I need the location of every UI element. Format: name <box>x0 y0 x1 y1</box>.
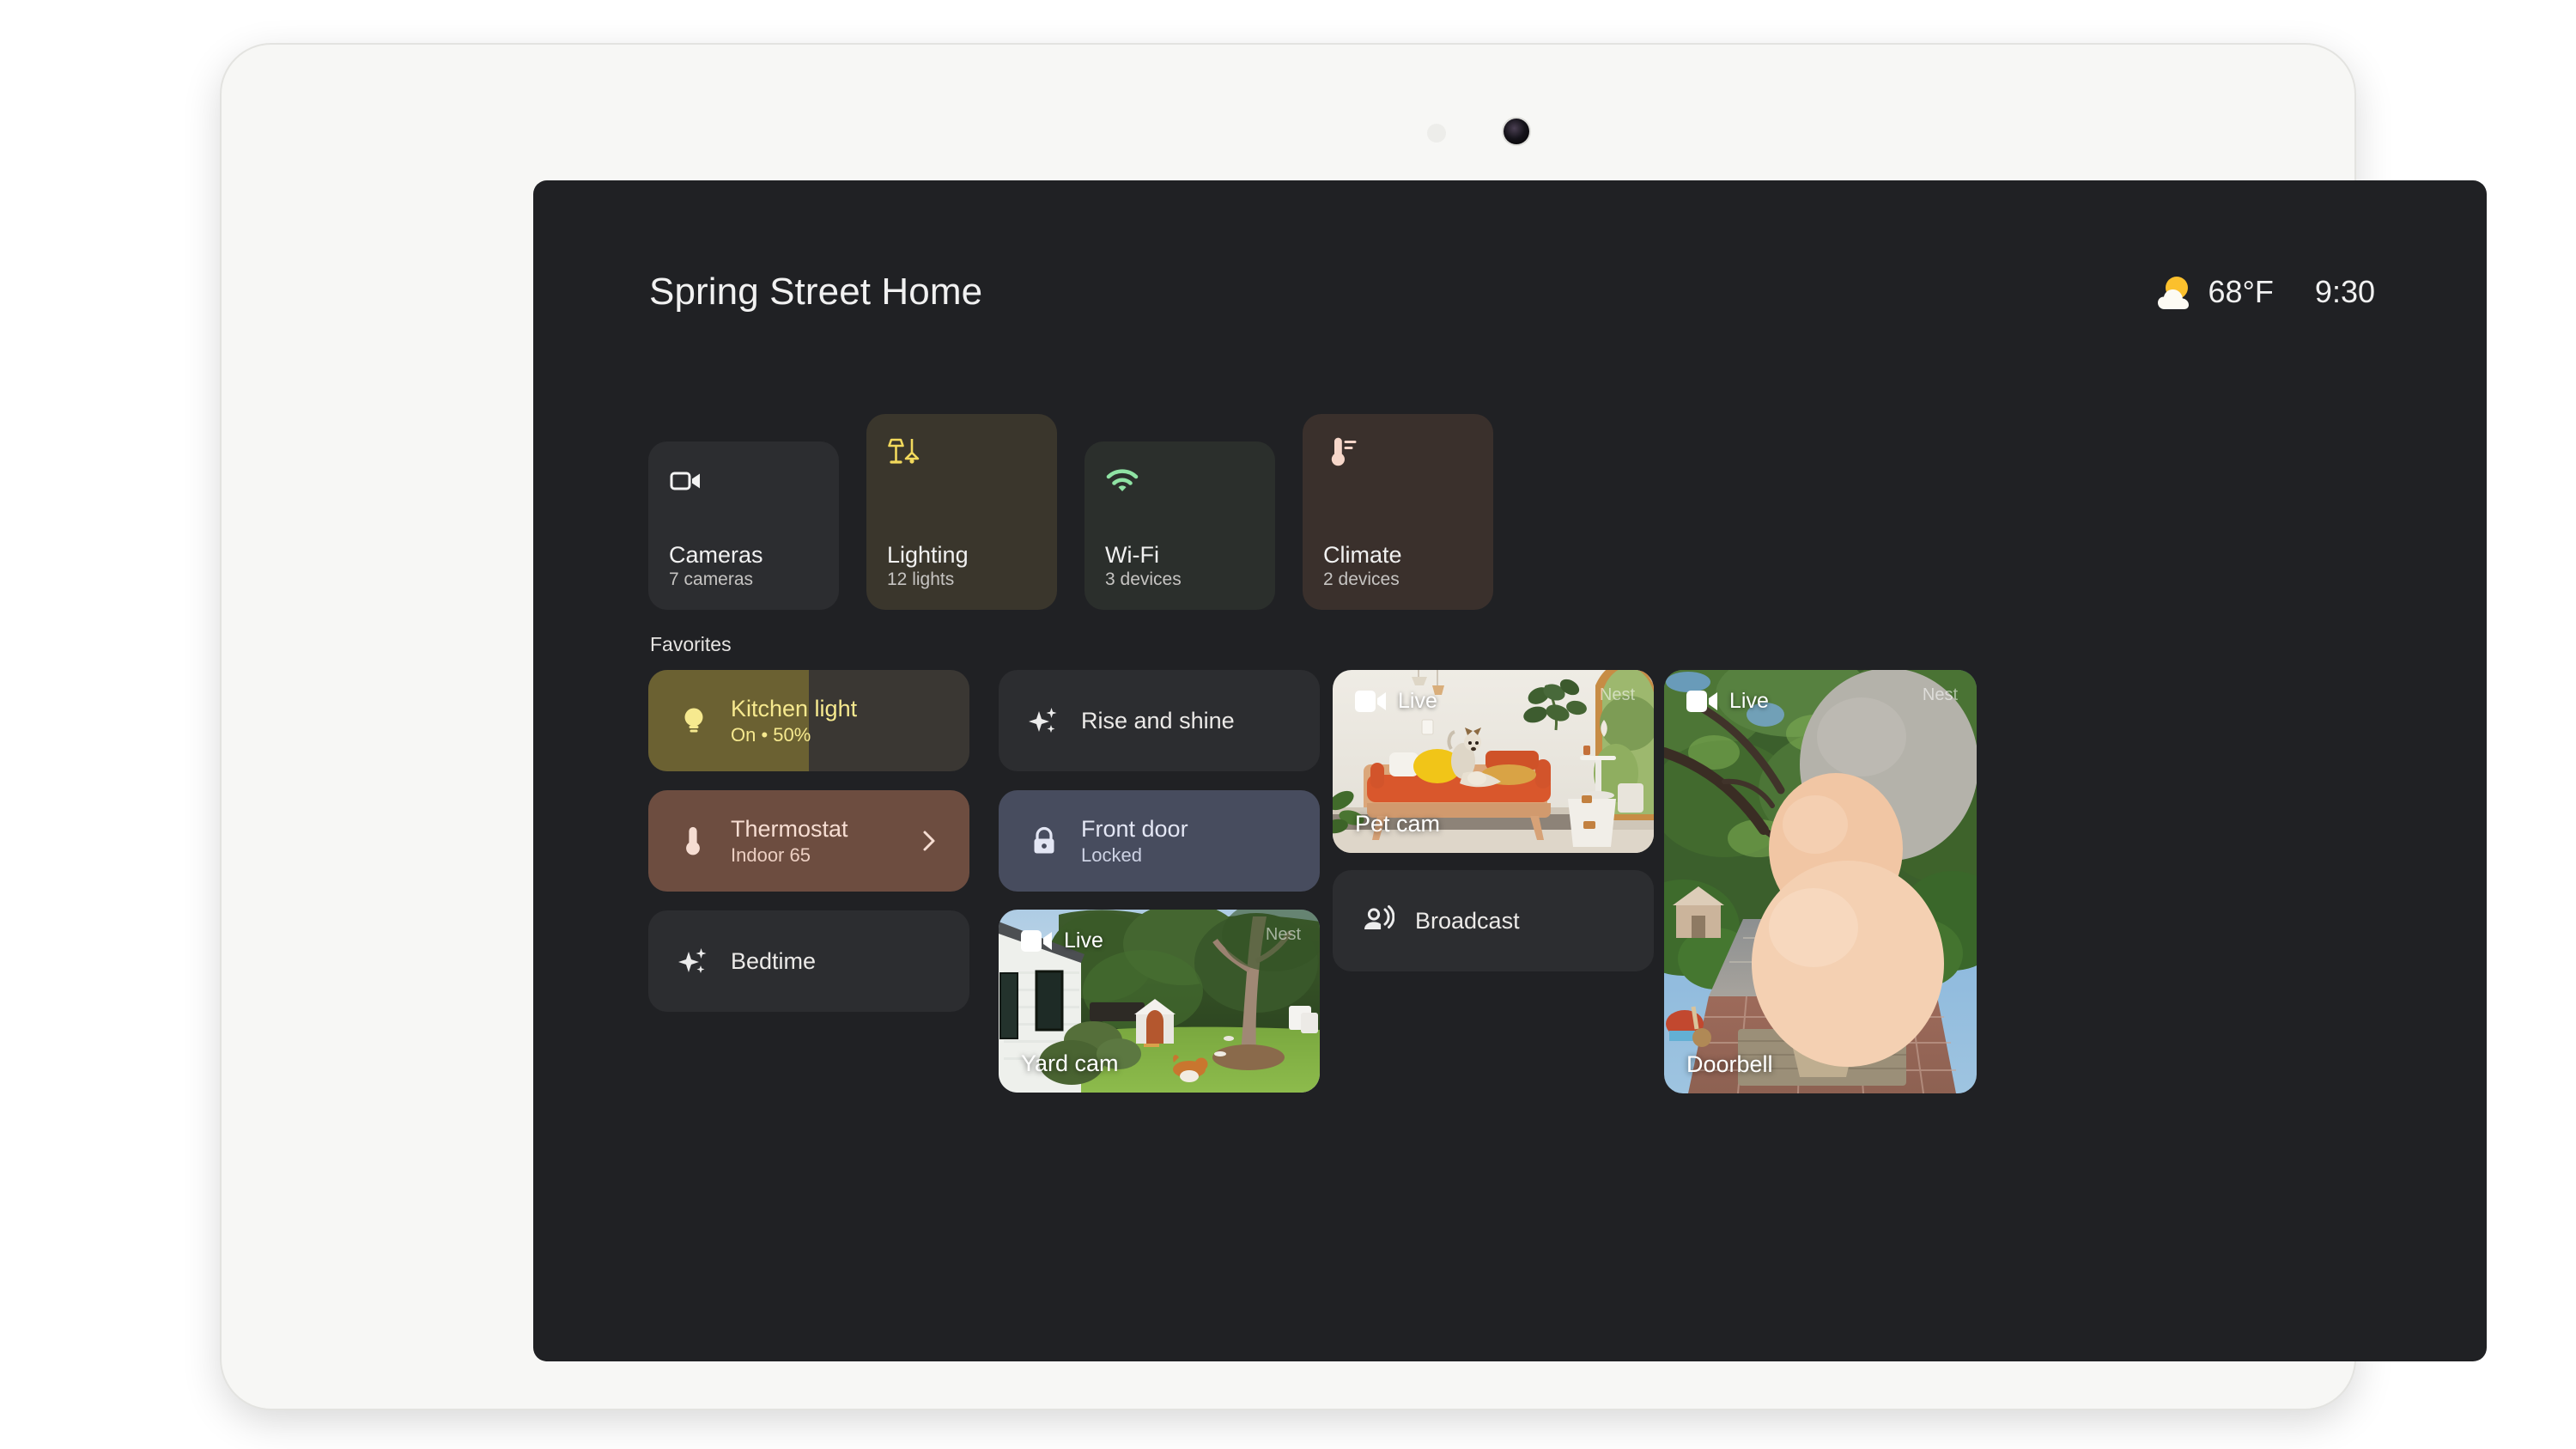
camera-card-pet-cam[interactable]: Live Nest Pet cam <box>1333 670 1654 853</box>
live-badge: Live <box>1355 689 1437 714</box>
clock: 9:30 <box>2314 274 2375 309</box>
weather-temperature: 68°F <box>2208 274 2274 309</box>
live-badge: Live <box>1686 689 1769 714</box>
favorite-card-title: Thermostat <box>731 815 848 842</box>
camera-name: Doorbell <box>1686 1051 1773 1077</box>
favorite-card-title: Rise and shine <box>1081 707 1235 734</box>
nest-watermark: Nest <box>1265 925 1301 944</box>
favorites-section-label: Favorites <box>650 633 732 655</box>
weather-widget[interactable]: 68°F <box>2158 274 2274 310</box>
partly-cloudy-day-icon <box>2158 277 2190 309</box>
quick-tile-cameras[interactable]: Cameras 7 cameras <box>648 441 839 610</box>
quick-tile-sublabel: 2 devices <box>1323 569 1400 589</box>
front-camera-lens-icon <box>1504 119 1529 144</box>
home-header: Spring Street Home 68°F 9:30 <box>649 262 2375 322</box>
camera-name: Pet cam <box>1355 811 1441 837</box>
favorite-card-title: Kitchen light <box>731 695 858 721</box>
quick-tile-wifi[interactable]: Wi-Fi 3 devices <box>1084 441 1275 610</box>
favorite-card-rise-and-shine[interactable]: Rise and shine <box>999 670 1320 771</box>
favorite-card-title: Front door <box>1081 815 1188 842</box>
thermometer-icon <box>1331 437 1357 466</box>
sparkles-icon <box>1029 708 1057 733</box>
quick-tile-sublabel: 12 lights <box>887 569 955 589</box>
quick-tile-label: Cameras <box>669 541 763 568</box>
live-badge-label: Live <box>1729 689 1769 713</box>
camera-name: Yard cam <box>1021 1050 1119 1076</box>
favorites-grid: Kitchen light On • 50% Thermostat Indoor… <box>648 670 2374 1185</box>
favorite-card-title: Broadcast <box>1415 907 1520 934</box>
favorite-card-thermostat[interactable]: Thermostat Indoor 65 <box>648 790 969 892</box>
tablet-device-frame: Spring Street Home 68°F 9:30 Cameras 7 c… <box>222 45 2487 1409</box>
favorite-card-status: Locked <box>1081 844 1142 867</box>
favorite-card-title: Bedtime <box>731 947 817 974</box>
favorite-card-status: On • 50% <box>731 724 811 746</box>
video-camera-icon <box>1021 930 1052 952</box>
sparkles-icon <box>678 948 707 973</box>
favorite-card-bedtime[interactable]: Bedtime <box>648 910 969 1012</box>
nest-watermark: Nest <box>1922 685 1958 704</box>
doorbell-cam-feed <box>1664 670 1977 1093</box>
video-camera-icon <box>1686 691 1717 712</box>
thermometer-icon <box>686 826 700 855</box>
favorite-card-broadcast[interactable]: Broadcast <box>1333 870 1654 971</box>
live-badge-label: Live <box>1064 928 1103 953</box>
status-cluster: 68°F 9:30 <box>2158 274 2375 310</box>
quick-tiles-row: Cameras 7 cameras Lighting 12 lights Wi-… <box>648 414 1493 610</box>
quick-tile-lighting[interactable]: Lighting 12 lights <box>866 414 1057 610</box>
nest-watermark: Nest <box>1599 685 1635 704</box>
tablet-screen: Spring Street Home 68°F 9:30 Cameras 7 c… <box>533 180 2487 1361</box>
camera-card-yard-cam[interactable]: Live Nest Yard cam <box>999 910 1320 1093</box>
lamps-icon <box>888 438 920 464</box>
chevron-right-icon[interactable] <box>918 830 940 852</box>
video-camera-icon <box>1355 691 1386 712</box>
wifi-icon <box>1106 469 1139 491</box>
quick-tile-label: Wi-Fi <box>1105 541 1159 568</box>
quick-tile-label: Lighting <box>887 541 969 568</box>
favorite-card-status: Indoor 65 <box>731 844 811 867</box>
page-title: Spring Street Home <box>649 271 983 313</box>
broadcast-icon <box>1364 905 1394 929</box>
quick-tile-sublabel: 3 devices <box>1105 569 1182 589</box>
live-badge-label: Live <box>1398 689 1437 713</box>
quick-tile-label: Climate <box>1323 541 1402 568</box>
favorite-card-kitchen-light[interactable]: Kitchen light On • 50% <box>648 670 969 771</box>
ambient-light-sensor-icon <box>1427 124 1446 143</box>
video-camera-icon <box>670 472 700 490</box>
live-badge: Live <box>1021 928 1103 953</box>
quick-tile-sublabel: 7 cameras <box>669 569 754 589</box>
favorite-card-front-door[interactable]: Front door Locked <box>999 790 1320 892</box>
quick-tile-climate[interactable]: Climate 2 devices <box>1303 414 1493 610</box>
lock-closed-icon <box>1034 826 1054 854</box>
camera-card-doorbell[interactable]: Live Nest Doorbell <box>1664 670 1977 1093</box>
lightbulb-icon <box>684 708 703 733</box>
